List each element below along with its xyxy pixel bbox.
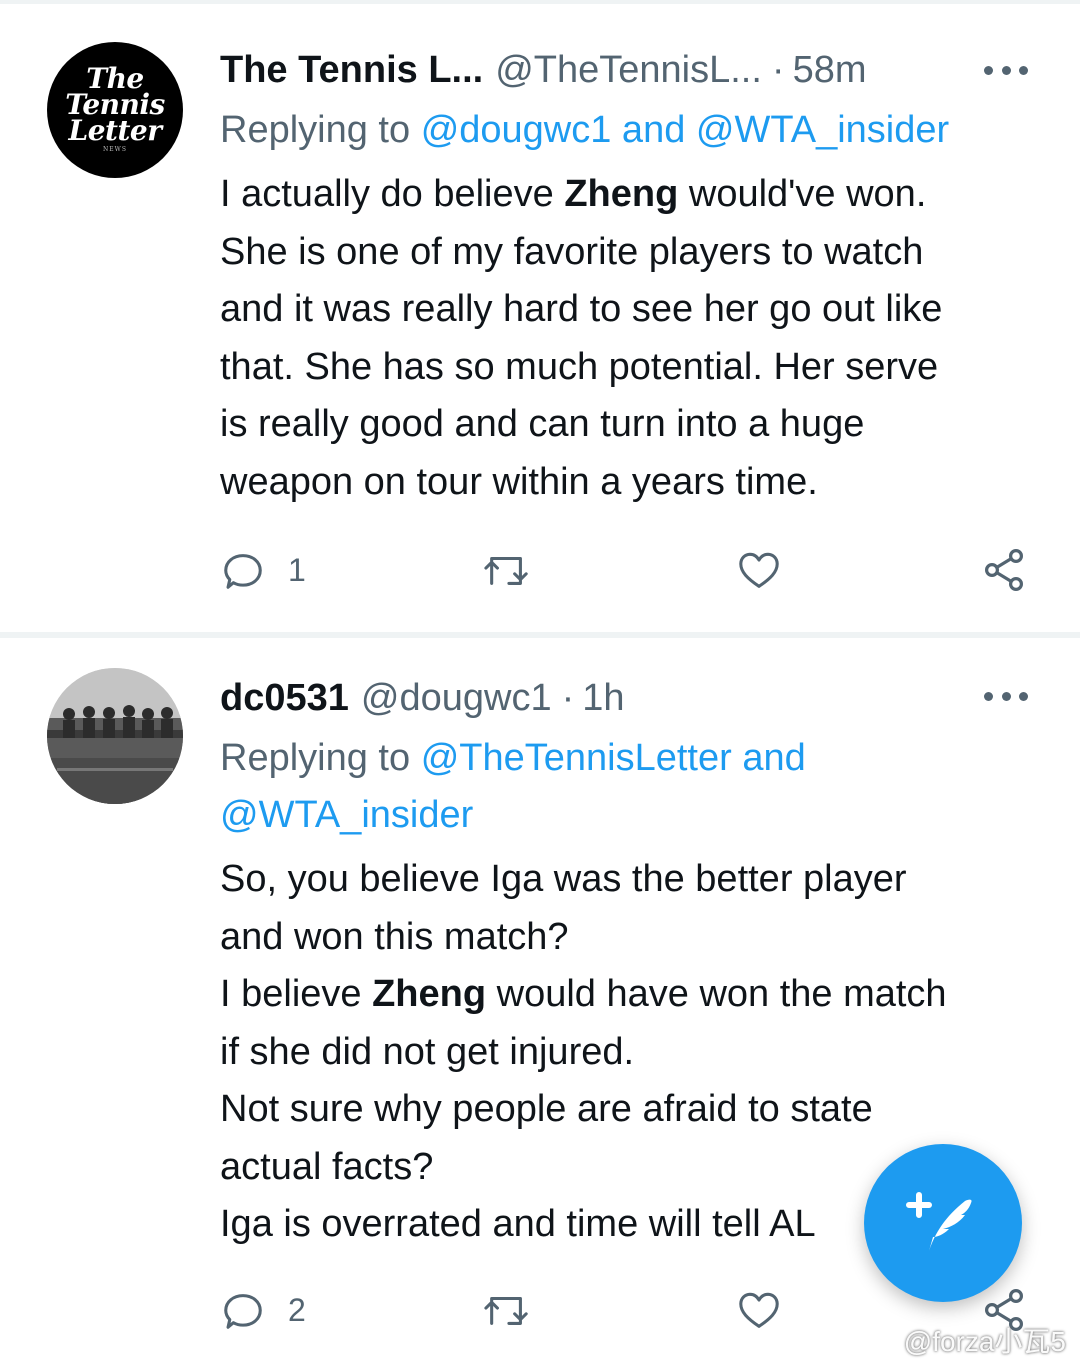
retweet-button[interactable] <box>482 1280 532 1340</box>
tweet-text-line: She is one of my favorite players to wat… <box>220 230 924 273</box>
tweet-text-line: Not sure why people are afraid to state <box>220 1088 873 1130</box>
timestamp[interactable]: 58m <box>793 49 867 92</box>
retweet-button[interactable] <box>482 540 532 600</box>
share-button[interactable] <box>980 540 1028 600</box>
tweet-text-line: weapon on tour within a years time. <box>220 460 818 503</box>
replying-to: Replying to @TheTennisLetter and @WTA_in… <box>220 730 1010 844</box>
user-handle[interactable]: @TheTennisL... <box>495 49 762 92</box>
mention-link[interactable]: @WTA_insider <box>220 794 473 836</box>
reply-count: 1 <box>288 551 306 588</box>
replying-to: Replying to @dougwc1 and @WTA_insider <box>220 102 1010 159</box>
tweet-text-line: I believe Zheng would have won the match <box>220 973 947 1015</box>
reply-icon <box>224 1294 262 1329</box>
tennis-letter-logo: The Tennis Letter NEWS <box>65 62 165 154</box>
avatar[interactable] <box>47 668 183 804</box>
retweet-icon <box>484 556 528 585</box>
reply-button[interactable]: 1 <box>220 540 306 600</box>
tweet-text-line: and won this match? <box>220 915 569 958</box>
like-button[interactable] <box>735 1280 783 1340</box>
retweet-icon <box>484 1296 528 1325</box>
tweet-actions: 1 <box>220 540 1040 600</box>
like-icon <box>739 552 779 588</box>
tweet-header: dc0531 @dougwc1 · 1h <box>220 668 1020 728</box>
compose-tweet-icon <box>906 1192 972 1251</box>
display-name[interactable]: dc0531 <box>220 677 349 720</box>
mention-links[interactable]: @dougwc1 and @WTA_insider <box>421 109 949 151</box>
mention-links[interactable]: @TheTennisLetter and <box>421 737 806 779</box>
avatar[interactable]: The Tennis Letter NEWS <box>47 42 183 178</box>
tweet-text-line: I actually do believe Zheng would've won… <box>220 173 927 215</box>
replying-to-label: Replying to <box>220 109 411 151</box>
replying-to-label: Replying to <box>220 737 411 779</box>
avatar-photo <box>47 668 183 804</box>
tweet-text: I actually do believe Zheng would've won… <box>220 166 1030 511</box>
compose-tweet-button[interactable] <box>864 1144 1022 1302</box>
reply-icon <box>224 554 262 589</box>
tweet-the-tennis-letter[interactable]: The Tennis Letter NEWS The Tennis L... @The… <box>0 0 1080 632</box>
weibo-logo-icon <box>865 1330 896 1352</box>
like-icon <box>739 1292 779 1328</box>
tweet-text-line: and it was really hard to see her go out… <box>220 288 943 330</box>
tweet-text-line: is really good and can turn into a huge <box>220 403 865 445</box>
more-icon[interactable] <box>984 60 1028 80</box>
separator-dot: · <box>771 48 785 91</box>
reply-button[interactable]: 2 <box>220 1280 306 1340</box>
tweet-text-line: that. She has so much potential. Her ser… <box>220 345 939 388</box>
tweet-header: The Tennis L... @TheTennisL... · 58m <box>220 40 1020 100</box>
timestamp[interactable]: 1h <box>582 677 624 720</box>
display-name[interactable]: The Tennis L... <box>220 49 483 92</box>
like-button[interactable] <box>735 540 783 600</box>
reply-count: 2 <box>288 1291 306 1328</box>
more-icon[interactable] <box>984 686 1028 706</box>
separator-dot: · <box>561 676 575 719</box>
tweet-text-line: if she did not get injured. <box>220 1030 635 1073</box>
watermark: @forza小瓦5 <box>864 1320 1066 1360</box>
share-icon <box>984 548 1024 591</box>
user-handle[interactable]: @dougwc1 <box>361 677 552 720</box>
watermark-text: @forza小瓦5 <box>903 1326 1066 1357</box>
tweet-text-line: So, you believe Iga was the better playe… <box>220 858 907 900</box>
